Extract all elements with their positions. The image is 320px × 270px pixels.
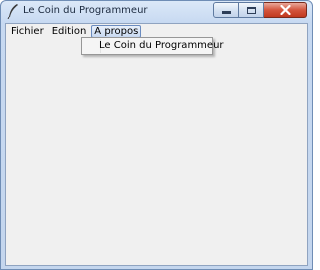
title-bar[interactable]: Le Coin du Programmeur bbox=[1, 1, 312, 23]
window-title: Le Coin du Programmeur bbox=[23, 5, 148, 16]
window-controls bbox=[213, 2, 307, 19]
minimize-button[interactable] bbox=[213, 2, 239, 18]
close-button[interactable] bbox=[264, 2, 307, 18]
menu-item-le-coin-du-programmeur[interactable]: Le Coin du Programmeur bbox=[99, 40, 224, 51]
a-propos-dropdown: Le Coin du Programmeur bbox=[81, 37, 224, 55]
minimize-icon bbox=[221, 11, 231, 14]
feather-icon bbox=[7, 4, 18, 19]
menu-fichier[interactable]: Fichier bbox=[8, 25, 47, 38]
client-area: Fichier Edition A propos bbox=[5, 23, 308, 266]
maximize-icon bbox=[246, 6, 256, 14]
close-icon bbox=[279, 5, 291, 15]
maximize-button[interactable] bbox=[239, 2, 264, 18]
